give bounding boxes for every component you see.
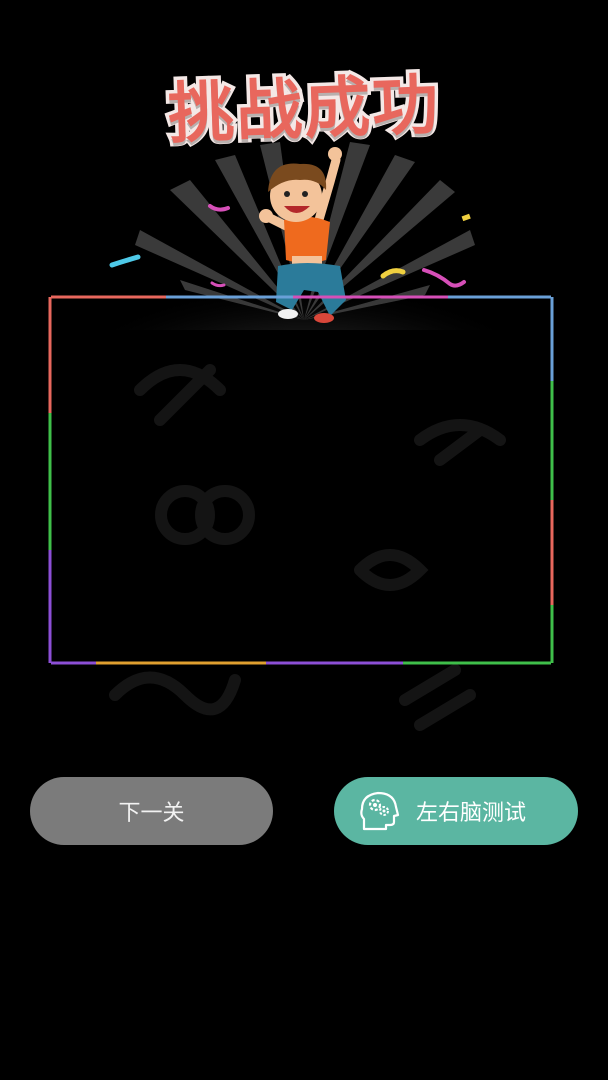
next-level-button[interactable]: 下一关 [30,777,273,845]
multicolor-frame [48,295,554,665]
next-level-label: 下一关 [118,801,185,826]
result-panel [48,295,554,665]
brain-test-label: 左右脑测试 [416,801,527,826]
brain-test-button[interactable]: 左右脑测试 [334,777,578,845]
brain-gears-icon [360,791,400,831]
